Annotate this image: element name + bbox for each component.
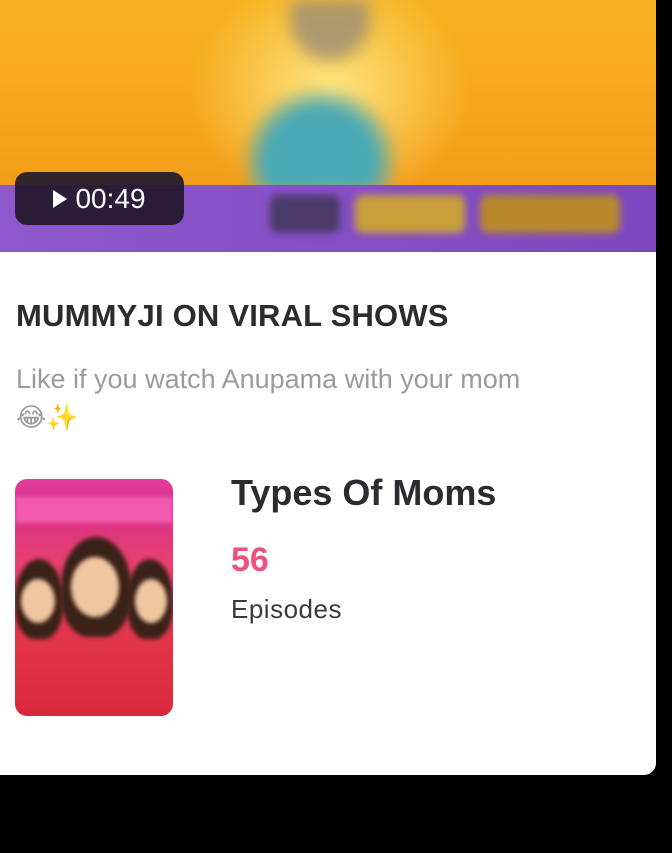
video-thumbnail[interactable]: 00:49 <box>0 0 656 252</box>
poster-face <box>21 579 55 623</box>
post-description: Like if you watch Anupama with your mom … <box>16 360 636 437</box>
duration-text: 00:49 <box>75 182 146 214</box>
post-title: MUMMYJI ON VIRAL SHOWS <box>16 298 449 333</box>
show-title[interactable]: Types Of Moms <box>231 472 496 514</box>
play-icon <box>53 189 68 208</box>
episode-count: 56 <box>231 541 269 579</box>
poster-banner <box>15 497 173 523</box>
episodes-label: Episodes <box>231 594 342 624</box>
poster-face <box>71 557 119 617</box>
show-poster[interactable] <box>15 479 173 716</box>
banner-chip <box>480 195 620 233</box>
play-duration-badge[interactable]: 00:49 <box>15 172 184 225</box>
banner-chip <box>270 195 340 233</box>
video-card[interactable]: 00:49 MUMMYJI ON VIRAL SHOWS Like if you… <box>0 0 656 775</box>
banner-chip <box>355 195 465 233</box>
emoji-text: 😂✨ <box>16 403 79 433</box>
description-text: Like if you watch Anupama with your mom <box>16 364 521 394</box>
poster-face <box>135 579 167 623</box>
